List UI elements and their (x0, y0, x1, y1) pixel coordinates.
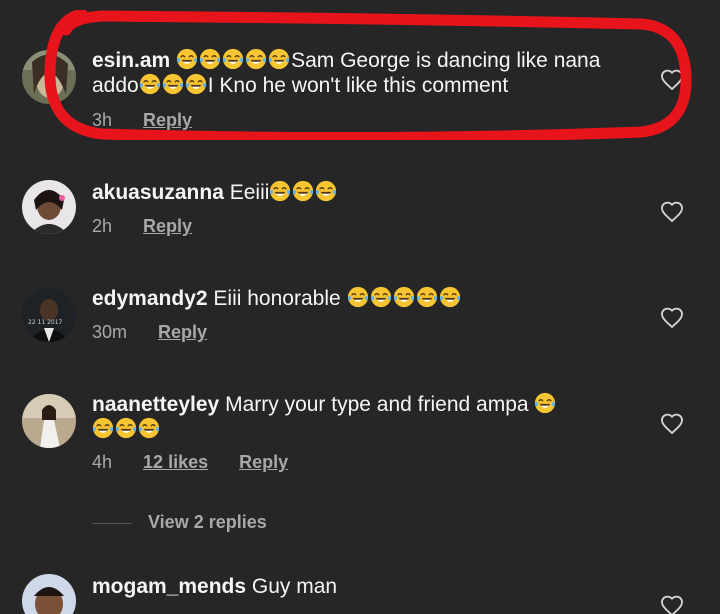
avatar[interactable] (22, 50, 76, 104)
heart-outline-icon[interactable] (660, 306, 684, 330)
comment-body: mogam_mends Guy man (92, 574, 632, 599)
face-with-tears-of-joy-icon (439, 286, 460, 308)
comments-feed: esin.am Sam George is dancing like nana … (0, 0, 720, 614)
face-with-tears-of-joy-icon (370, 286, 391, 308)
comment-username[interactable]: naanetteyley (92, 393, 219, 416)
comment-text: Marry your type and friend ampa (225, 393, 529, 416)
avatar[interactable] (22, 180, 76, 234)
view-replies-label: View 2 replies (148, 512, 267, 532)
comment-meta: 2h Reply (92, 216, 192, 237)
avatar[interactable]: 22 11 2017 (22, 288, 76, 342)
face-with-tears-of-joy-icon (535, 392, 556, 414)
svg-text:22 11 2017: 22 11 2017 (28, 319, 63, 326)
comment-username[interactable]: mogam_mends (92, 575, 246, 598)
comment-body: edymandy2 Eiii honorable (92, 286, 632, 311)
comment-meta: 4h 12 likes Reply (92, 452, 288, 473)
comment-body: naanetteyley Marry your type and friend … (92, 392, 632, 442)
face-with-tears-of-joy-icon (139, 73, 160, 95)
heart-outline-icon[interactable] (660, 594, 684, 614)
emoji-group (534, 392, 557, 416)
face-with-tears-of-joy-icon (115, 417, 137, 439)
face-with-tears-of-joy-icon (393, 286, 414, 308)
face-with-tears-of-joy-icon (245, 48, 267, 70)
face-with-tears-of-joy-icon (270, 180, 291, 202)
comment-time: 3h (92, 110, 113, 130)
face-with-tears-of-joy-icon (347, 286, 368, 308)
emoji-group (92, 417, 161, 441)
reply-button[interactable]: Reply (239, 452, 288, 473)
face-with-tears-of-joy-icon (293, 180, 314, 202)
emoji-group (139, 73, 208, 97)
heart-outline-icon[interactable] (660, 200, 684, 224)
likes-count-button[interactable]: 12 likes (143, 452, 208, 473)
comment-body: esin.am Sam George is dancing like nana … (92, 48, 632, 98)
face-with-tears-of-joy-icon (268, 48, 290, 70)
emoji-group (269, 180, 338, 204)
heart-outline-icon[interactable] (660, 68, 684, 92)
face-with-tears-of-joy-icon (138, 417, 160, 439)
comment-time: 2h (92, 216, 113, 236)
face-with-tears-of-joy-icon (199, 48, 221, 70)
avatar[interactable] (22, 394, 76, 448)
emoji-group (347, 286, 462, 310)
face-with-tears-of-joy-icon (222, 48, 244, 70)
face-with-tears-of-joy-icon (185, 73, 206, 95)
comment-text: I Kno he won't like this comment (207, 74, 509, 97)
face-with-tears-of-joy-icon (162, 73, 183, 95)
reply-button[interactable]: Reply (143, 110, 192, 131)
comment-text: Guy man (251, 575, 338, 598)
comment-time: 4h (92, 452, 113, 472)
emoji-group (176, 48, 291, 72)
view-replies-button[interactable]: View 2 replies (92, 512, 267, 533)
comment-username[interactable]: akuasuzanna (92, 181, 224, 204)
comment-body: akuasuzanna Eeiii (92, 180, 632, 205)
comment-username[interactable]: esin.am (92, 49, 170, 72)
reply-button[interactable]: Reply (143, 216, 192, 237)
face-with-tears-of-joy-icon (316, 180, 337, 202)
comment-time: 30m (92, 322, 128, 342)
comment-text: Eeiii (229, 181, 270, 204)
comment-meta: 3h Reply (92, 110, 192, 131)
face-with-tears-of-joy-icon (176, 48, 198, 70)
heart-outline-icon[interactable] (660, 412, 684, 436)
comment-text: Eiii honorable (213, 287, 341, 310)
face-with-tears-of-joy-icon (416, 286, 437, 308)
reply-button[interactable]: Reply (158, 322, 207, 343)
comment-username[interactable]: edymandy2 (92, 287, 208, 310)
face-with-tears-of-joy-icon (92, 417, 114, 439)
comment-meta: 30m Reply (92, 322, 207, 343)
avatar[interactable] (22, 574, 76, 614)
divider (92, 522, 132, 524)
